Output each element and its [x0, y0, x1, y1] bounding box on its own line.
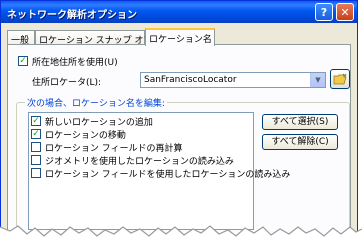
clear-all-button[interactable]: すべて解除(C)	[262, 134, 338, 150]
dialog-window: ネットワーク解析オプション ? ✕ 一般 ロケーション スナップ オプション ロ…	[0, 0, 358, 243]
list-item-label: ロケーションの移動	[45, 131, 126, 141]
list-item-label: ロケーション フィールドの再計算	[45, 144, 183, 154]
browse-button[interactable]	[330, 69, 350, 89]
use-locator-checkbox[interactable]: ✓	[18, 56, 28, 66]
checkbox[interactable]	[31, 142, 41, 152]
rename-options-list[interactable]: ✓ 新しいロケーションの追加 ✓ ロケーションの移動 ロケーション フィールドの…	[28, 112, 290, 230]
use-locator-label[interactable]: 所在地住所を使用(U)	[32, 55, 118, 68]
locator-dropdown[interactable]: SanFranciscoLocator ▼	[140, 72, 326, 88]
rename-group-title: 次の場合、ロケーション名を編集:	[25, 96, 167, 109]
window-title: ネットワーク解析オプション	[7, 10, 137, 21]
checkbox[interactable]	[31, 168, 41, 178]
checkbox[interactable]	[31, 155, 41, 165]
tab-panel: ✓ 所在地住所を使用(U) 住所ロケータ(L): SanFranciscoLoc…	[7, 44, 351, 242]
checkbox[interactable]: ✓	[31, 129, 41, 139]
folder-open-icon	[333, 73, 347, 85]
list-item-label: ジオメトリを使用したロケーションの読み込み	[45, 157, 234, 167]
locator-value: SanFranciscoLocator	[144, 75, 237, 85]
locator-label: 住所ロケータ(L):	[32, 78, 102, 88]
chevron-down-icon[interactable]: ▼	[310, 73, 325, 87]
list-item-label: ロケーション フィールドを使用したロケーションの読み込み	[45, 170, 291, 180]
close-button[interactable]: ✕	[336, 3, 354, 21]
select-all-button[interactable]: すべて選択(S)	[262, 114, 338, 130]
title-bar[interactable]: ネットワーク解析オプション ? ✕	[1, 1, 357, 23]
help-button[interactable]: ?	[315, 3, 333, 21]
tab-location-snap-options[interactable]: ロケーション スナップ オプション	[35, 30, 180, 46]
list-item-label: 新しいロケーションの追加	[45, 118, 153, 128]
tab-location-name[interactable]: ロケーション名	[145, 28, 215, 46]
tab-general[interactable]: 一般	[7, 30, 35, 46]
checkbox[interactable]: ✓	[31, 116, 41, 126]
